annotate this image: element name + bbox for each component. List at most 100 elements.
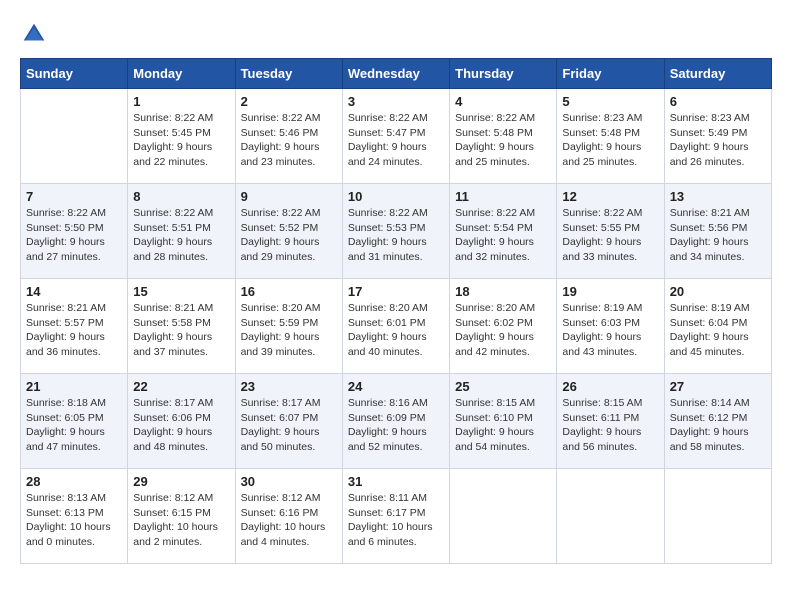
table-row: 19 Sunrise: 8:19 AM Sunset: 6:03 PM Dayli… xyxy=(557,279,664,374)
day-info: Sunrise: 8:22 AM Sunset: 5:45 PM Dayligh… xyxy=(133,111,229,170)
weekday-header-sunday: Sunday xyxy=(21,59,128,89)
day-number: 28 xyxy=(26,474,122,489)
day-info: Sunrise: 8:17 AM Sunset: 6:06 PM Dayligh… xyxy=(133,396,229,455)
day-number: 22 xyxy=(133,379,229,394)
table-row: 9 Sunrise: 8:22 AM Sunset: 5:52 PM Daylig… xyxy=(235,184,342,279)
weekday-header-row: SundayMondayTuesdayWednesdayThursdayFrid… xyxy=(21,59,772,89)
table-row: 18 Sunrise: 8:20 AM Sunset: 6:02 PM Dayli… xyxy=(450,279,557,374)
day-info: Sunrise: 8:22 AM Sunset: 5:52 PM Dayligh… xyxy=(241,206,337,265)
table-row: 21 Sunrise: 8:18 AM Sunset: 6:05 PM Dayli… xyxy=(21,374,128,469)
day-info: Sunrise: 8:12 AM Sunset: 6:15 PM Dayligh… xyxy=(133,491,229,550)
day-info: Sunrise: 8:22 AM Sunset: 5:54 PM Dayligh… xyxy=(455,206,551,265)
table-row: 12 Sunrise: 8:22 AM Sunset: 5:55 PM Dayli… xyxy=(557,184,664,279)
day-info: Sunrise: 8:22 AM Sunset: 5:53 PM Dayligh… xyxy=(348,206,444,265)
day-info: Sunrise: 8:16 AM Sunset: 6:09 PM Dayligh… xyxy=(348,396,444,455)
day-info: Sunrise: 8:12 AM Sunset: 6:16 PM Dayligh… xyxy=(241,491,337,550)
day-info: Sunrise: 8:18 AM Sunset: 6:05 PM Dayligh… xyxy=(26,396,122,455)
table-row: 25 Sunrise: 8:15 AM Sunset: 6:10 PM Dayli… xyxy=(450,374,557,469)
week-row-3: 14Sunrise: 8:21 AM Sunset: 5:57 PM Dayli… xyxy=(21,279,772,374)
day-number: 23 xyxy=(241,379,337,394)
day-number: 18 xyxy=(455,284,551,299)
day-number: 1 xyxy=(133,94,229,109)
table-row: 11 Sunrise: 8:22 AM Sunset: 5:54 PM Dayli… xyxy=(450,184,557,279)
table-row: 27 Sunrise: 8:14 AM Sunset: 6:12 PM Dayli… xyxy=(664,374,771,469)
day-info: Sunrise: 8:23 AM Sunset: 5:48 PM Dayligh… xyxy=(562,111,658,170)
table-row: 4 Sunrise: 8:22 AM Sunset: 5:48 PM Daylig… xyxy=(450,89,557,184)
table-row: 3 Sunrise: 8:22 AM Sunset: 5:47 PM Daylig… xyxy=(342,89,449,184)
day-info: Sunrise: 8:21 AM Sunset: 5:57 PM Dayligh… xyxy=(26,301,122,360)
day-number: 11 xyxy=(455,189,551,204)
calendar-table: SundayMondayTuesdayWednesdayThursdayFrid… xyxy=(20,58,772,564)
logo-icon xyxy=(20,20,48,48)
day-number: 2 xyxy=(241,94,337,109)
day-info: Sunrise: 8:19 AM Sunset: 6:03 PM Dayligh… xyxy=(562,301,658,360)
table-row: 15 Sunrise: 8:21 AM Sunset: 5:58 PM Dayli… xyxy=(128,279,235,374)
table-row xyxy=(557,469,664,564)
day-number: 27 xyxy=(670,379,766,394)
day-info: Sunrise: 8:21 AM Sunset: 5:58 PM Dayligh… xyxy=(133,301,229,360)
day-info: Sunrise: 8:21 AM Sunset: 5:56 PM Dayligh… xyxy=(670,206,766,265)
table-row: 20Sunrise: 8:19 AM Sunset: 6:04 PM Dayli… xyxy=(664,279,771,374)
day-info: Sunrise: 8:20 AM Sunset: 6:02 PM Dayligh… xyxy=(455,301,551,360)
day-info: Sunrise: 8:13 AM Sunset: 6:13 PM Dayligh… xyxy=(26,491,122,550)
weekday-header-monday: Monday xyxy=(128,59,235,89)
day-number: 4 xyxy=(455,94,551,109)
week-row-2: 7Sunrise: 8:22 AM Sunset: 5:50 PM Daylig… xyxy=(21,184,772,279)
day-number: 3 xyxy=(348,94,444,109)
table-row: 30 Sunrise: 8:12 AM Sunset: 6:16 PM Dayli… xyxy=(235,469,342,564)
day-number: 16 xyxy=(241,284,337,299)
weekday-header-tuesday: Tuesday xyxy=(235,59,342,89)
day-info: Sunrise: 8:22 AM Sunset: 5:48 PM Dayligh… xyxy=(455,111,551,170)
table-row: 17 Sunrise: 8:20 AM Sunset: 6:01 PM Dayli… xyxy=(342,279,449,374)
day-number: 12 xyxy=(562,189,658,204)
table-row: 26 Sunrise: 8:15 AM Sunset: 6:11 PM Dayli… xyxy=(557,374,664,469)
day-info: Sunrise: 8:15 AM Sunset: 6:10 PM Dayligh… xyxy=(455,396,551,455)
day-number: 19 xyxy=(562,284,658,299)
day-info: Sunrise: 8:22 AM Sunset: 5:50 PM Dayligh… xyxy=(26,206,122,265)
day-number: 31 xyxy=(348,474,444,489)
day-info: Sunrise: 8:17 AM Sunset: 6:07 PM Dayligh… xyxy=(241,396,337,455)
table-row xyxy=(664,469,771,564)
day-info: Sunrise: 8:22 AM Sunset: 5:46 PM Dayligh… xyxy=(241,111,337,170)
day-number: 13 xyxy=(670,189,766,204)
table-row: 1 Sunrise: 8:22 AM Sunset: 5:45 PM Daylig… xyxy=(128,89,235,184)
page-header xyxy=(20,20,772,48)
table-row: 16Sunrise: 8:20 AM Sunset: 5:59 PM Dayli… xyxy=(235,279,342,374)
day-number: 29 xyxy=(133,474,229,489)
table-row: 14Sunrise: 8:21 AM Sunset: 5:57 PM Dayli… xyxy=(21,279,128,374)
day-info: Sunrise: 8:22 AM Sunset: 5:47 PM Dayligh… xyxy=(348,111,444,170)
day-number: 8 xyxy=(133,189,229,204)
table-row: 2 Sunrise: 8:22 AM Sunset: 5:46 PM Daylig… xyxy=(235,89,342,184)
day-number: 15 xyxy=(133,284,229,299)
table-row xyxy=(21,89,128,184)
day-info: Sunrise: 8:14 AM Sunset: 6:12 PM Dayligh… xyxy=(670,396,766,455)
weekday-header-friday: Friday xyxy=(557,59,664,89)
day-info: Sunrise: 8:23 AM Sunset: 5:49 PM Dayligh… xyxy=(670,111,766,170)
day-number: 10 xyxy=(348,189,444,204)
week-row-4: 21 Sunrise: 8:18 AM Sunset: 6:05 PM Dayli… xyxy=(21,374,772,469)
day-number: 25 xyxy=(455,379,551,394)
table-row: 28 Sunrise: 8:13 AM Sunset: 6:13 PM Dayli… xyxy=(21,469,128,564)
table-row: 31 Sunrise: 8:11 AM Sunset: 6:17 PM Dayli… xyxy=(342,469,449,564)
day-info: Sunrise: 8:15 AM Sunset: 6:11 PM Dayligh… xyxy=(562,396,658,455)
day-info: Sunrise: 8:11 AM Sunset: 6:17 PM Dayligh… xyxy=(348,491,444,550)
table-row: 5Sunrise: 8:23 AM Sunset: 5:48 PM Daylig… xyxy=(557,89,664,184)
table-row: 6 Sunrise: 8:23 AM Sunset: 5:49 PM Daylig… xyxy=(664,89,771,184)
logo xyxy=(20,20,52,48)
day-number: 21 xyxy=(26,379,122,394)
table-row: 23 Sunrise: 8:17 AM Sunset: 6:07 PM Dayli… xyxy=(235,374,342,469)
weekday-header-thursday: Thursday xyxy=(450,59,557,89)
table-row: 7Sunrise: 8:22 AM Sunset: 5:50 PM Daylig… xyxy=(21,184,128,279)
day-number: 26 xyxy=(562,379,658,394)
day-info: Sunrise: 8:22 AM Sunset: 5:55 PM Dayligh… xyxy=(562,206,658,265)
day-info: Sunrise: 8:20 AM Sunset: 6:01 PM Dayligh… xyxy=(348,301,444,360)
table-row: 24Sunrise: 8:16 AM Sunset: 6:09 PM Dayli… xyxy=(342,374,449,469)
table-row: 10 Sunrise: 8:22 AM Sunset: 5:53 PM Dayli… xyxy=(342,184,449,279)
weekday-header-saturday: Saturday xyxy=(664,59,771,89)
day-number: 9 xyxy=(241,189,337,204)
day-number: 6 xyxy=(670,94,766,109)
table-row: 29 Sunrise: 8:12 AM Sunset: 6:15 PM Dayli… xyxy=(128,469,235,564)
day-number: 17 xyxy=(348,284,444,299)
day-number: 20 xyxy=(670,284,766,299)
day-number: 30 xyxy=(241,474,337,489)
